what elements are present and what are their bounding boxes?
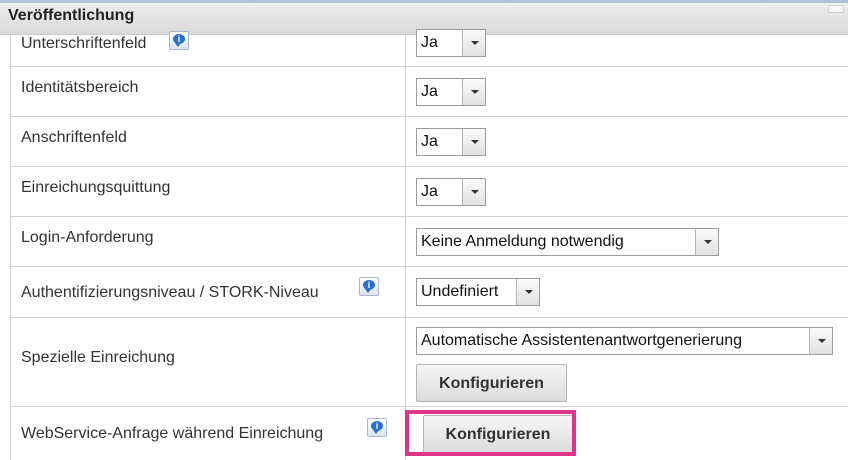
chevron-down-icon[interactable] [809,328,832,354]
settings-table: Unterschriftenfeld i Ja Identitätsbereic… [10,29,848,460]
table-row-unterschriftenfeld: Unterschriftenfeld i Ja [11,29,848,67]
section-title: Veröffentlichung [8,7,135,24]
table-row-einreichungsquittung: Einreichungsquittung Ja [11,167,848,217]
row-label: Spezielle Einreichung [21,349,175,366]
chevron-down-icon[interactable] [695,229,718,255]
info-icon[interactable]: i [359,277,379,296]
row-label: Einreichungsquittung [21,179,171,196]
spezielle-einreichung-select[interactable]: Automatische Assistentenantwortgenerieru… [416,327,833,355]
chevron-down-icon[interactable] [462,129,485,155]
chevron-down-icon[interactable] [462,30,485,56]
scroll-handle[interactable] [828,5,844,13]
row-label: Authentifizierungsniveau / STORK-Niveau [21,284,319,301]
login-anforderung-select[interactable]: Keine Anmeldung notwendig [416,228,719,256]
row-label: Login-Anforderung [21,229,154,246]
table-row-authentifizierungsniveau: Authentifizierungsniveau / STORK-Niveau … [11,267,848,318]
table-row-anschriftenfeld: Anschriftenfeld Ja [11,117,848,167]
anschriftenfeld-select[interactable]: Ja [416,128,486,156]
unterschriftenfeld-select[interactable]: Ja [416,29,486,57]
chevron-down-icon[interactable] [462,179,485,205]
row-label: Identitätsbereich [21,79,139,96]
row-label: Anschriftenfeld [21,129,127,146]
info-icon[interactable]: i [169,31,189,50]
table-row-login-anforderung: Login-Anforderung Keine Anmeldung notwen… [11,217,848,267]
info-icon[interactable]: i [367,418,387,437]
table-row-spezielle-einreichung: Spezielle Einreichung Automatische Assis… [11,318,848,407]
identitaetsbereich-select[interactable]: Ja [416,78,486,106]
einreichungsquittung-select[interactable]: Ja [416,178,486,206]
chevron-down-icon[interactable] [516,279,539,305]
konfigurieren-button[interactable]: Konfigurieren [416,364,567,402]
row-label: WebService-Anfrage während Einreichung [21,425,324,442]
highlight-box [405,410,576,456]
row-label: Unterschriftenfeld [21,35,147,52]
table-row-identitaetsbereich: Identitätsbereich Ja [11,67,848,117]
authentifizierungsniveau-select[interactable]: Undefiniert [416,278,540,306]
chevron-down-icon[interactable] [462,79,485,105]
